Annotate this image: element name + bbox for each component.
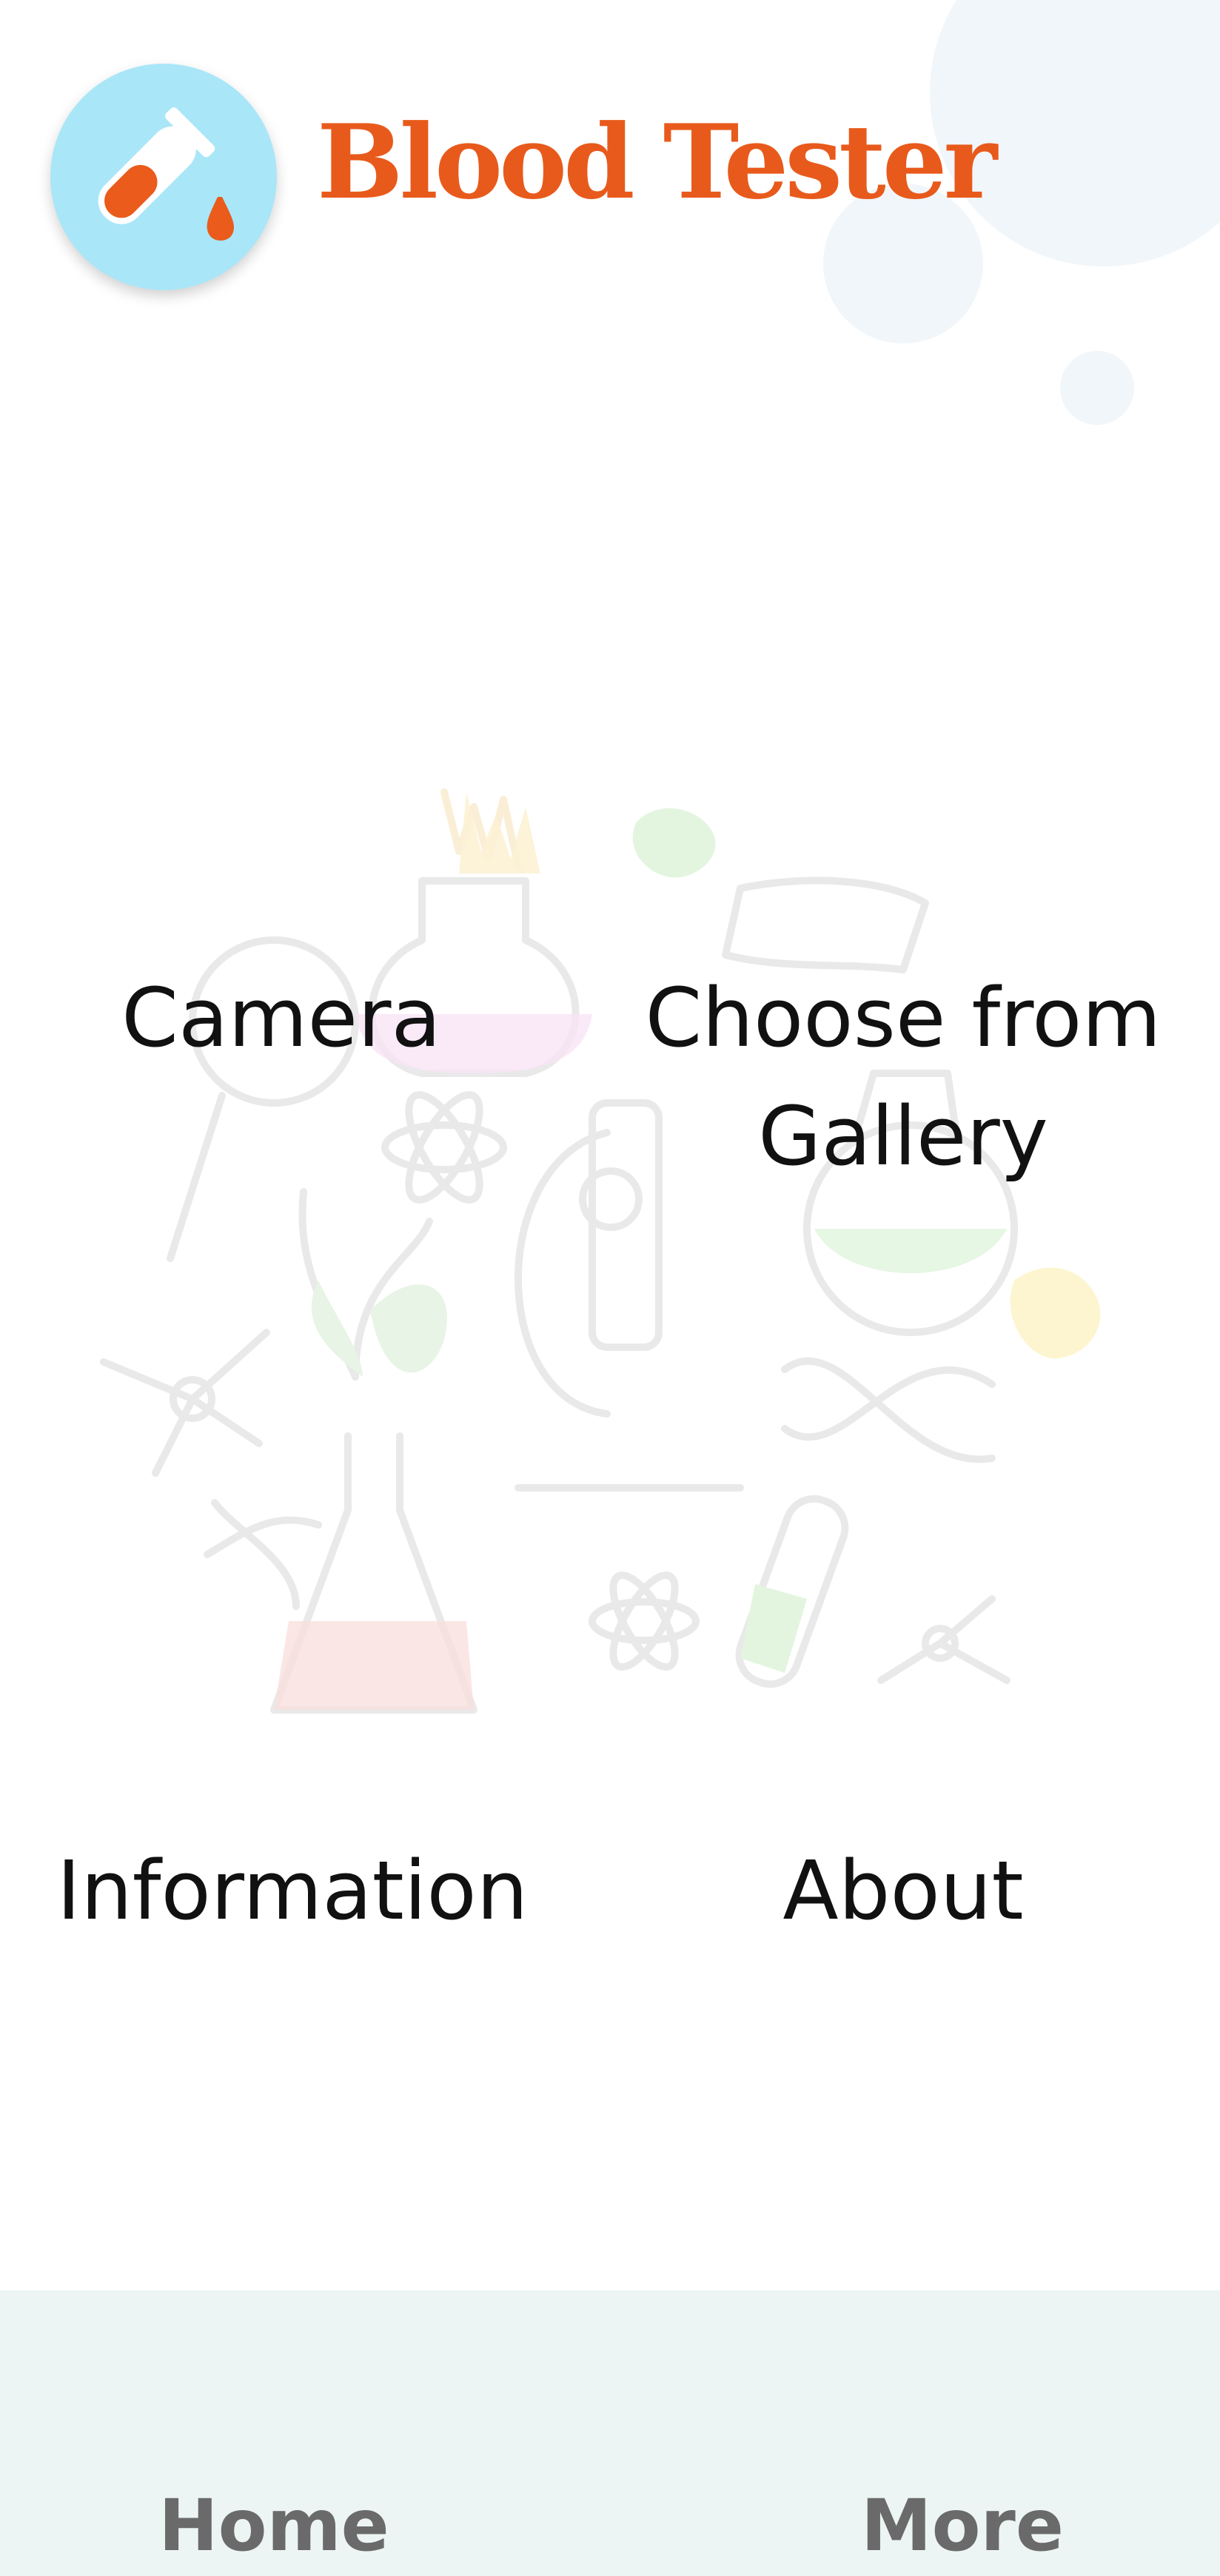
information-button[interactable]: Information (44, 1831, 540, 1950)
app-title: Blood Tester (317, 101, 997, 222)
nav-home-tab[interactable]: Home (126, 2490, 422, 2561)
choose-from-gallery-button[interactable]: Choose from Gallery (622, 959, 1184, 1195)
science-doodle-illustration (100, 788, 1101, 1714)
camera-button[interactable]: Camera (111, 959, 452, 1077)
gallery-label-line2: Gallery (758, 1089, 1048, 1184)
about-button[interactable]: About (711, 1831, 1096, 1950)
gallery-label-line1: Choose from (645, 970, 1162, 1065)
app-logo (50, 64, 277, 290)
test-tube-blood-drop-icon (98, 107, 235, 241)
nav-more-tab[interactable]: More (814, 2490, 1110, 2561)
bottom-navigation-bar: Home More (0, 2290, 1220, 2576)
decorative-bubble-small (1060, 351, 1134, 425)
